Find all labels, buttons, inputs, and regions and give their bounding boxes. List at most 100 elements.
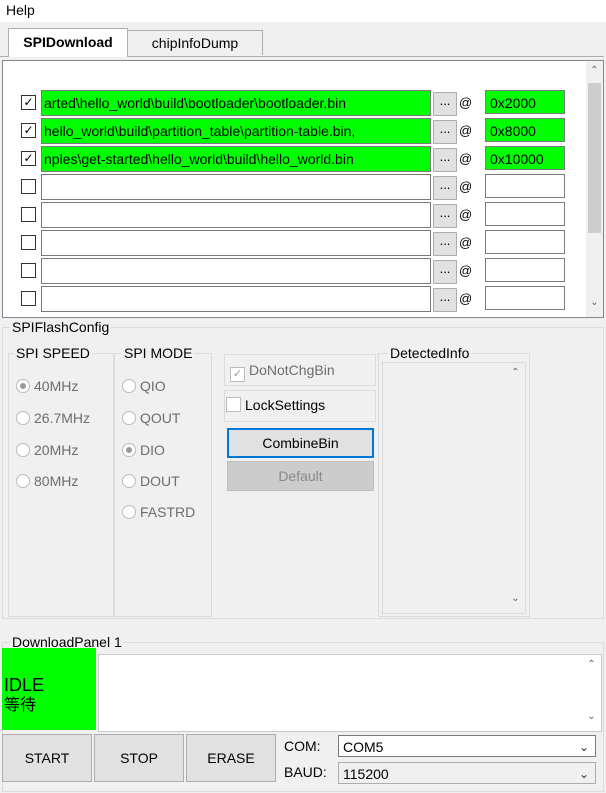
radio-icon (122, 379, 136, 393)
tab-chipinfodump[interactable]: chipInfoDump (127, 30, 263, 55)
address-input[interactable]: 0x8000 (485, 118, 565, 142)
locksettings-checkbox[interactable]: LockSettings (226, 397, 325, 413)
detectedinfo-title: DetectedInfo (388, 345, 472, 361)
scroll-up-icon[interactable]: ⌃ (586, 65, 603, 76)
chevron-down-icon: ⌄ (578, 740, 589, 754)
file-checkbox[interactable] (21, 291, 36, 306)
file-row: ✓ ,hello_world\build\partition_table\par… (3, 117, 587, 145)
baud-label: BAUD: (284, 764, 327, 780)
baud-select[interactable]: 115200 ⌄ (338, 762, 596, 784)
address-input[interactable] (485, 230, 565, 254)
address-input[interactable]: 0x10000 (485, 146, 565, 170)
radio-label: QIO (140, 378, 166, 394)
address-input[interactable]: 0x2000 (485, 90, 565, 114)
tab-spidownload[interactable]: SPIDownload (8, 28, 128, 57)
scroll-thumb[interactable] (588, 83, 601, 233)
download-log[interactable]: ⌃ ⌄ (98, 654, 602, 732)
file-checkbox[interactable] (21, 207, 36, 222)
browse-button[interactable]: ... (433, 260, 457, 284)
file-row: ... @ (3, 173, 587, 201)
scroll-up-icon[interactable]: ⌃ (583, 659, 600, 670)
status-indicator: IDLE 等待 (2, 648, 96, 730)
radio-icon (16, 443, 30, 457)
radio-label: FASTRD (140, 504, 196, 520)
address-input[interactable] (485, 286, 565, 310)
file-checkbox[interactable]: ✓ (21, 151, 36, 166)
radio-label: 80MHz (34, 473, 79, 489)
radio-dout[interactable]: DOUT (122, 473, 180, 489)
file-path-input[interactable]: ,hello_world\build\partition_table\parti… (41, 118, 431, 144)
detectedinfo-textarea[interactable]: ⌃ ⌄ (382, 362, 526, 614)
menu-help[interactable]: Help (6, 2, 35, 18)
radio-icon (122, 505, 136, 519)
donotchgbin-checkbox[interactable]: ✓ DoNotChgBin (230, 362, 335, 382)
radio-dio[interactable]: DIO (122, 442, 165, 458)
browse-button[interactable]: ... (433, 92, 457, 116)
scroll-up-icon[interactable]: ⌃ (507, 367, 524, 378)
file-checkbox[interactable]: ✓ (21, 95, 36, 110)
file-path-input[interactable]: arted\hello_world\build\bootloader\bootl… (41, 90, 431, 116)
file-row: ... @ (3, 257, 587, 285)
combinebin-button[interactable]: CombineBin (227, 428, 374, 458)
browse-button[interactable]: ... (433, 148, 457, 172)
radio-40mhz[interactable]: 40MHz (16, 378, 78, 394)
address-input[interactable] (485, 202, 565, 226)
browse-button[interactable]: ... (433, 120, 457, 144)
radio-qout[interactable]: QOUT (122, 410, 180, 426)
erase-button[interactable]: ERASE (186, 734, 276, 782)
scroll-down-icon[interactable]: ⌄ (583, 711, 600, 722)
file-row: ... @ (3, 201, 587, 229)
radio-label: QOUT (140, 410, 181, 426)
scroll-down-icon[interactable]: ⌄ (586, 297, 603, 308)
at-label: @ (459, 179, 473, 194)
file-path-input[interactable] (41, 258, 431, 284)
file-row: ✓ arted\hello_world\build\bootloader\boo… (3, 89, 587, 117)
radio-label: 26.7MHz (34, 410, 91, 426)
spi-mode-title: SPI MODE (122, 345, 195, 361)
radio-label: DOUT (140, 473, 180, 489)
com-label: COM: (284, 738, 321, 754)
browse-button[interactable]: ... (433, 204, 457, 228)
chevron-down-icon: ⌄ (578, 767, 589, 781)
address-input[interactable] (485, 174, 565, 198)
default-button[interactable]: Default (227, 461, 374, 491)
spiflash-config-title: SPIFlashConfig (10, 319, 112, 335)
stop-button[interactable]: STOP (94, 734, 184, 782)
file-checkbox[interactable]: ✓ (21, 123, 36, 138)
browse-button[interactable]: ... (433, 176, 457, 200)
radio-selected-icon (16, 379, 30, 393)
menu-bar: Help (0, 0, 606, 22)
checkbox-icon (226, 397, 241, 412)
file-list-scrollbar[interactable]: ⌃ ⌄ (586, 61, 603, 317)
radio-80mhz[interactable]: 80MHz (16, 473, 78, 489)
file-checkbox[interactable] (21, 179, 36, 194)
file-row: ... @ (3, 229, 587, 257)
checkbox-label: DoNotChgBin (249, 362, 335, 378)
radio-qio[interactable]: QIO (122, 378, 166, 394)
start-button[interactable]: START (2, 734, 92, 782)
com-select[interactable]: COM5 ⌄ (338, 735, 596, 757)
file-checkbox[interactable] (21, 263, 36, 278)
baud-value: 115200 (343, 766, 389, 782)
address-input[interactable] (485, 258, 565, 282)
file-path-input[interactable] (41, 174, 431, 200)
file-row: ✓ nples\get-started\hello_world\build\he… (3, 145, 587, 173)
browse-button[interactable]: ... (433, 288, 457, 312)
file-path-input[interactable] (41, 286, 431, 312)
radio-20mhz[interactable]: 20MHz (16, 442, 78, 458)
browse-button[interactable]: ... (433, 232, 457, 256)
radio-icon (122, 411, 136, 425)
radio-label: DIO (140, 442, 165, 458)
com-value: COM5 (343, 739, 384, 755)
file-path-input[interactable] (41, 230, 431, 256)
file-path-input[interactable] (41, 202, 431, 228)
spi-speed-title: SPI SPEED (14, 345, 92, 361)
radio-label: 20MHz (34, 442, 79, 458)
file-list-panel: ✓ arted\hello_world\build\bootloader\boo… (2, 60, 604, 318)
radio-fastrd[interactable]: FASTRD (122, 504, 195, 520)
status-idle-text: IDLE (4, 675, 45, 695)
file-path-input[interactable]: nples\get-started\hello_world\build\hell… (41, 146, 431, 172)
file-checkbox[interactable] (21, 235, 36, 250)
scroll-down-icon[interactable]: ⌄ (507, 593, 524, 604)
radio-26mhz[interactable]: 26.7MHz (16, 410, 90, 426)
